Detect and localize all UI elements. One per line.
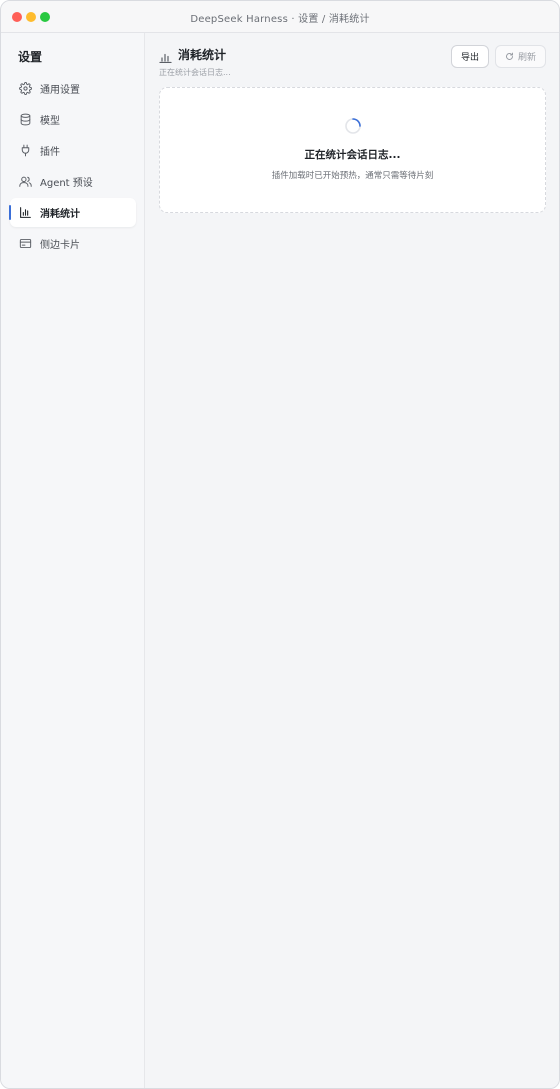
loading-title: 正在统计会话日志... xyxy=(304,149,401,161)
sidebar-item-plugins[interactable]: 插件 xyxy=(10,136,136,165)
window-title: DeepSeek Harness · 设置 / 消耗统计 xyxy=(190,14,370,25)
page-title: 消耗统计 xyxy=(178,48,227,62)
sidebar-item-usage-stats[interactable]: 消耗统计 xyxy=(9,198,136,227)
sidebar-item-label: 通用设置 xyxy=(40,85,80,96)
users-icon xyxy=(18,175,32,189)
gear-icon xyxy=(18,82,32,96)
sidebar-item-label: 模型 xyxy=(40,116,60,127)
sidebar-item-label: 插件 xyxy=(40,147,60,158)
refresh-button[interactable]: 刷新 xyxy=(495,45,546,68)
card-icon xyxy=(18,237,32,251)
page-subtitle: 正在统计会话日志... xyxy=(159,68,231,77)
loading-description: 插件加载时已开始预热，通常只需等待片刻 xyxy=(271,171,434,181)
bar-chart-icon xyxy=(159,48,172,64)
app-window: DeepSeek Harness · 设置 / 消耗统计 设置 通用设置 模型 … xyxy=(0,0,560,1089)
sidebar-item-side-cards[interactable]: 侧边卡片 xyxy=(10,229,136,258)
sidebar-title: 设置 xyxy=(18,50,43,64)
sidebar-item-models[interactable]: 模型 xyxy=(10,105,136,134)
main-content: 消耗统计 正在统计会话日志... 导出 刷新 正在统计会话日志... 插件加载时… xyxy=(145,33,559,1088)
settings-nav: 通用设置 模型 插件 Agent 预设 消耗统计 侧边卡片 xyxy=(9,74,136,260)
title-bar: DeepSeek Harness · 设置 / 消耗统计 xyxy=(1,1,559,33)
sidebar-item-label: Agent 预设 xyxy=(40,178,93,189)
sidebar-item-label: 消耗统计 xyxy=(40,209,80,220)
settings-sidebar: 设置 通用设置 模型 插件 Agent 预设 消耗统计 侧边卡片 xyxy=(1,33,145,1088)
sidebar-item-general[interactable]: 通用设置 xyxy=(10,74,136,103)
sidebar-item-label: 侧边卡片 xyxy=(40,240,80,251)
loading-card: 正在统计会话日志... 插件加载时已开始预热，通常只需等待片刻 xyxy=(159,87,546,213)
loading-spinner-icon xyxy=(345,118,361,134)
plug-icon xyxy=(18,144,32,158)
refresh-label: 刷新 xyxy=(517,53,536,63)
refresh-icon xyxy=(506,52,513,60)
sidebar-item-agent-presets[interactable]: Agent 预设 xyxy=(10,167,136,196)
export-button[interactable]: 导出 xyxy=(451,45,489,68)
database-icon xyxy=(18,113,32,127)
bar-chart-icon xyxy=(18,206,32,220)
